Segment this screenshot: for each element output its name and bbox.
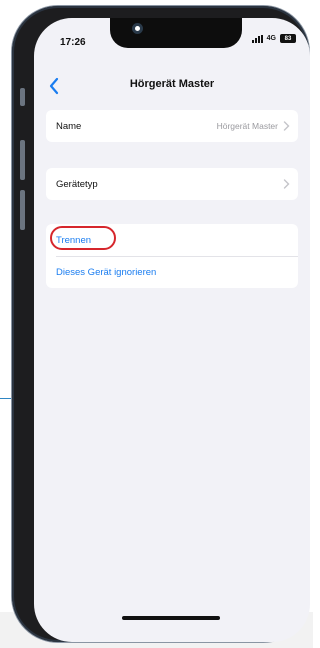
name-value: Hörgerät Master	[216, 121, 278, 131]
signal-icon	[251, 34, 263, 43]
actions-card: Trennen Dieses Gerät ignorieren	[46, 224, 298, 288]
page-title: Hörgerät Master	[129, 78, 215, 90]
chevron-right-icon	[283, 121, 290, 131]
side-button-volume-down	[20, 190, 25, 230]
ignore-device-link[interactable]: Dieses Gerät ignorieren	[56, 267, 156, 278]
device-type-label: Gerätetyp	[56, 178, 98, 190]
name-card: Name Hörgerät Master	[46, 110, 298, 142]
phone-screen: 17:26 4G 83 Hörgerät Master Name Hörgerä…	[34, 18, 310, 642]
device-type-card: Gerätetyp	[46, 168, 298, 200]
status-time: 17:26	[60, 37, 86, 48]
status-icons: 4G 83	[251, 34, 296, 43]
chevron-right-icon	[283, 179, 290, 189]
highlight-ring	[50, 226, 116, 250]
camera-icon	[132, 23, 143, 34]
network-type: 4G	[266, 35, 276, 42]
disconnect-row[interactable]: Trennen	[46, 224, 298, 256]
name-row[interactable]: Name Hörgerät Master	[46, 110, 298, 142]
home-indicator	[122, 616, 220, 620]
battery-icon: 83	[280, 34, 296, 43]
notch	[110, 18, 242, 48]
ignore-device-row[interactable]: Dieses Gerät ignorieren	[46, 256, 298, 288]
side-button-mute	[20, 88, 25, 106]
device-type-row[interactable]: Gerätetyp	[46, 168, 298, 200]
side-button-volume-up	[20, 140, 25, 180]
phone-frame: 17:26 4G 83 Hörgerät Master Name Hörgerä…	[12, 6, 310, 642]
name-label: Name	[56, 120, 82, 132]
